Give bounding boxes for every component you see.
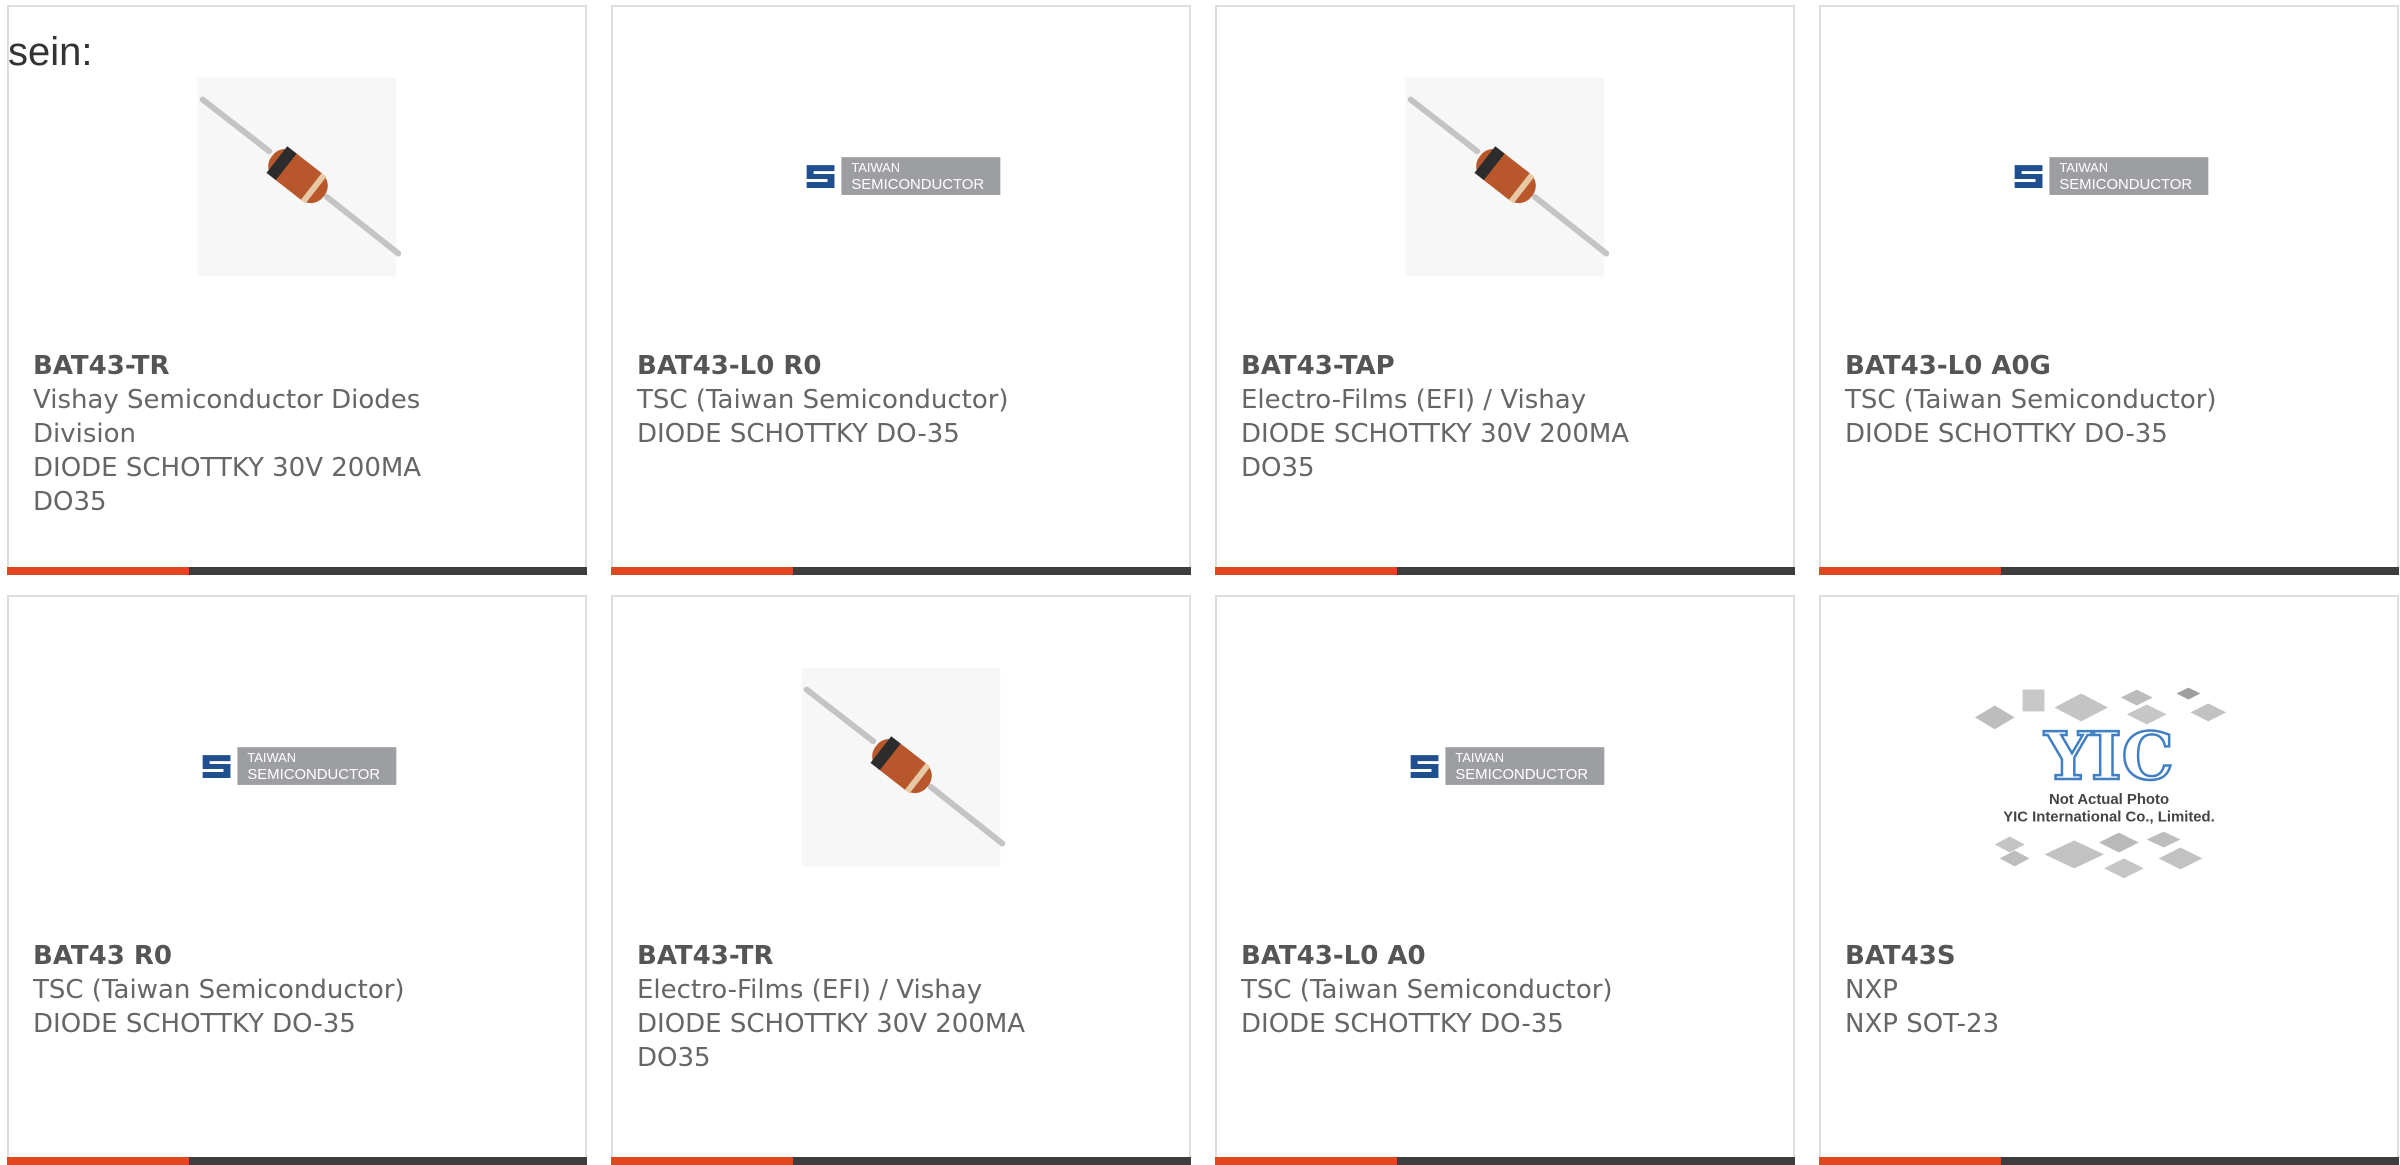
part-number[interactable]: BAT43-TAP [1241,349,1773,383]
product-card[interactable]: TAIWAN SEMICONDUCTOR BAT43-L0 A0G TSC (T… [1819,5,2399,575]
taiwan-semiconductor-logo: TAIWAN SEMICONDUCTOR [1405,747,1605,785]
svg-text:SEMICONDUCTOR: SEMICONDUCTOR [1455,767,1588,783]
part-number[interactable]: BAT43-TR [33,349,565,383]
manufacturer: TSC (Taiwan Semiconductor) [637,385,1009,415]
product-image[interactable]: TAIWAN SEMICONDUCTOR [613,47,1189,317]
manufacturer: Electro-Films (EFI) / Vishay [1241,385,1587,415]
card-bar [7,567,587,575]
manufacturer: TSC (Taiwan Semiconductor) [1845,385,2217,415]
svg-text:YIC International Co., Limited: YIC International Co., Limited. [2003,810,2215,826]
card-bar [1215,567,1795,575]
card-bar [1819,1157,2399,1165]
product-card[interactable]: YIC Not Actual Photo YIC International C… [1819,595,2399,1165]
card-bar [1215,1157,1795,1165]
svg-text:Not Actual Photo: Not Actual Photo [2049,792,2169,808]
product-image[interactable]: YIC Not Actual Photo YIC International C… [1821,637,2397,907]
part-number[interactable]: BAT43 R0 [33,939,565,973]
product-image[interactable] [613,637,1189,907]
description: NXP SOT-23 [1845,1009,2000,1039]
product-image[interactable] [9,47,585,317]
product-card[interactable]: BAT43-TR Electro-Films (EFI) / Vishay DI… [611,595,1191,1165]
part-number[interactable]: BAT43-L0 R0 [637,349,1169,383]
product-card[interactable]: BAT43-TR Vishay Semiconductor Diodes Div… [7,5,587,575]
description: DIODE SCHOTTKY DO-35 [1241,1009,1564,1039]
card-bar [1819,567,2399,575]
part-number[interactable]: BAT43-L0 A0 [1241,939,1773,973]
svg-text:TAIWAN: TAIWAN [247,750,296,765]
svg-text:TAIWAN: TAIWAN [2059,160,2108,175]
manufacturer: TSC (Taiwan Semiconductor) [33,975,405,1005]
taiwan-semiconductor-logo: TAIWAN SEMICONDUCTOR [197,747,397,785]
product-image[interactable] [1217,47,1793,317]
product-image[interactable]: TAIWAN SEMICONDUCTOR [1821,47,2397,317]
product-image[interactable]: TAIWAN SEMICONDUCTOR [1217,637,1793,907]
svg-text:SEMICONDUCTOR: SEMICONDUCTOR [247,767,380,783]
card-bar [611,1157,1191,1165]
card-bar [611,567,1191,575]
product-card[interactable]: TAIWAN SEMICONDUCTOR BAT43-L0 A0 TSC (Ta… [1215,595,1795,1165]
manufacturer: NXP [1845,975,1898,1005]
product-card[interactable]: BAT43-TAP Electro-Films (EFI) / Vishay D… [1215,5,1795,575]
svg-text:SEMICONDUCTOR: SEMICONDUCTOR [2059,177,2192,193]
description: DIODE SCHOTTKY 30V 200MA DO35 [637,1009,1026,1073]
manufacturer: Electro-Films (EFI) / Vishay [637,975,983,1005]
manufacturer: Vishay Semiconductor Diodes Division [33,385,421,449]
taiwan-semiconductor-logo: TAIWAN SEMICONDUCTOR [801,157,1001,195]
part-number[interactable]: BAT43S [1845,939,2377,973]
description: DIODE SCHOTTKY DO-35 [637,419,960,449]
manufacturer: TSC (Taiwan Semiconductor) [1241,975,1613,1005]
product-card[interactable]: TAIWAN SEMICONDUCTOR BAT43-L0 R0 TSC (Ta… [611,5,1191,575]
lead-text: sein: [8,30,93,74]
svg-text:TAIWAN: TAIWAN [851,160,900,175]
description: DIODE SCHOTTKY DO-35 [1845,419,2168,449]
taiwan-semiconductor-logo: TAIWAN SEMICONDUCTOR [2009,157,2209,195]
part-number[interactable]: BAT43-TR [637,939,1169,973]
svg-text:YIC: YIC [2043,718,2174,795]
product-card[interactable]: TAIWAN SEMICONDUCTOR BAT43 R0 TSC (Taiwa… [7,595,587,1165]
description: DIODE SCHOTTKY DO-35 [33,1009,356,1039]
description: DIODE SCHOTTKY 30V 200MA DO35 [33,453,422,517]
yic-placeholder: YIC Not Actual Photo YIC International C… [1974,687,2227,879]
product-image[interactable]: TAIWAN SEMICONDUCTOR [9,637,585,907]
description: DIODE SCHOTTKY 30V 200MA DO35 [1241,419,1630,483]
svg-text:TAIWAN: TAIWAN [1455,750,1504,765]
card-bar [7,1157,587,1165]
part-number[interactable]: BAT43-L0 A0G [1845,349,2377,383]
svg-text:SEMICONDUCTOR: SEMICONDUCTOR [851,177,984,193]
